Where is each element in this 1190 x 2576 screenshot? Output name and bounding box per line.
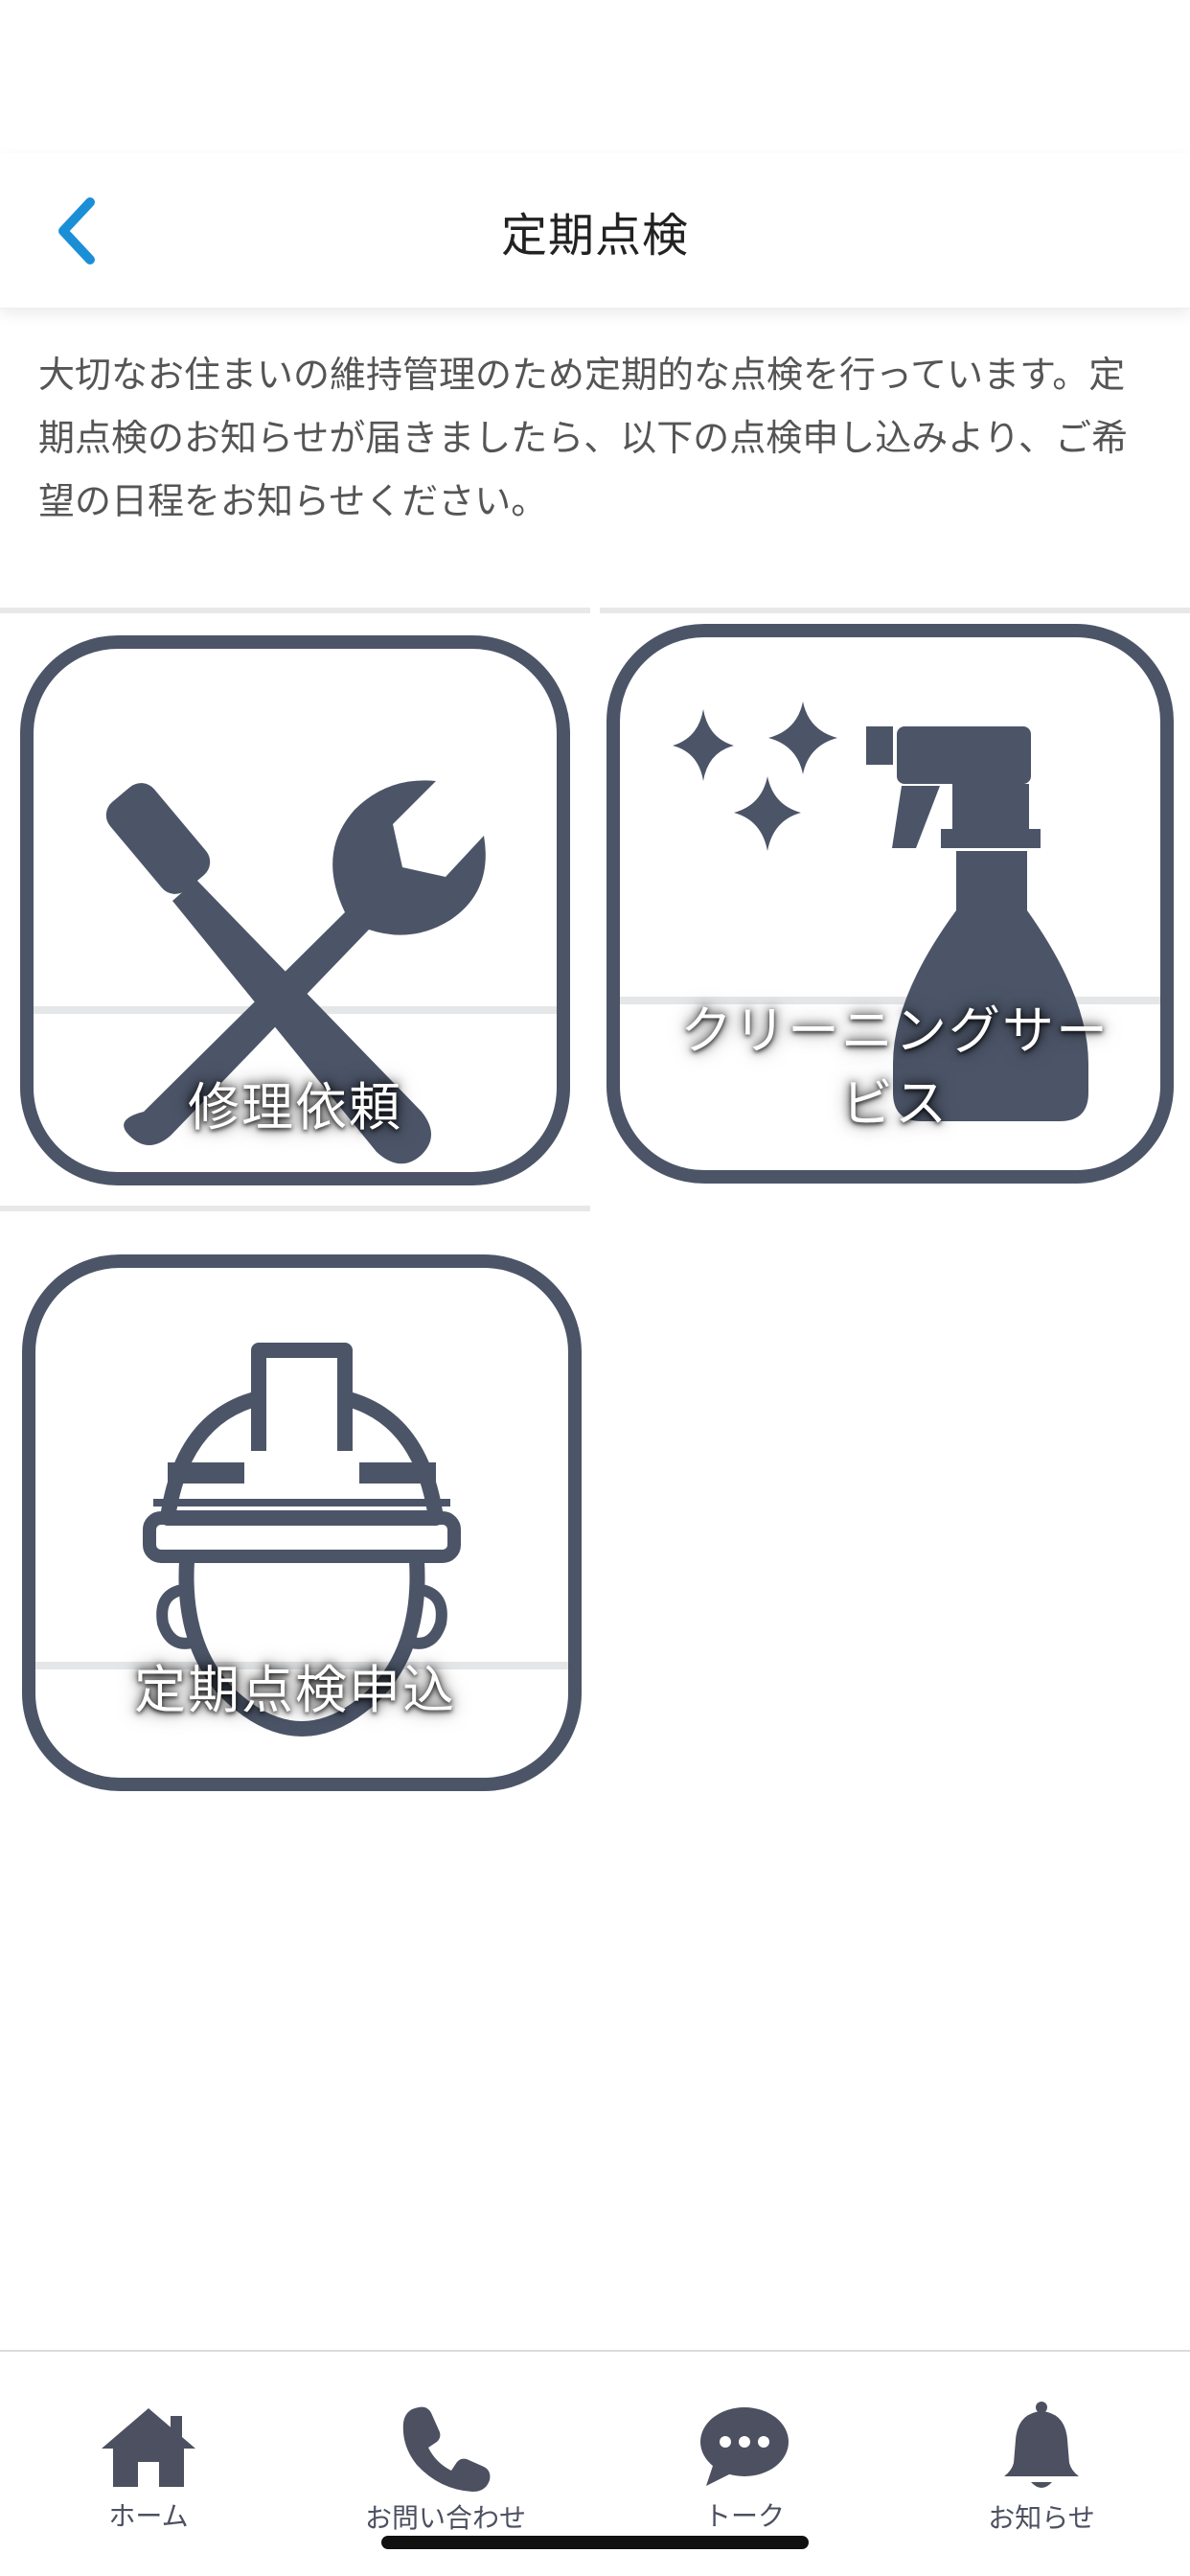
chat-bubble-icon (700, 2407, 789, 2486)
tab-notifications[interactable]: お知らせ (893, 2352, 1190, 2534)
tile-label: 修理依頼 (188, 1077, 402, 1138)
home-indicator (381, 2536, 809, 2549)
tile-repair-request[interactable]: 修理依頼 (0, 613, 590, 1206)
tile-inspection-application[interactable]: 定期点検申込 (0, 1211, 590, 1804)
tab-label: お問い合わせ (364, 2502, 526, 2534)
page-title: 定期点検 (500, 209, 689, 263)
tile-cleaning-service[interactable]: クリーニングサー ビス (600, 613, 1190, 1198)
tab-label: お知らせ (988, 2502, 1095, 2534)
bell-icon (1004, 2402, 1079, 2488)
description-text: 大切なお住まいの維持管理のため定期的な点検を行っています。定期点検のお知らせが届… (38, 354, 1128, 522)
app-screen: 定期点検 大切なお住まいの維持管理のため定期的な点検を行っています。定期点検のお… (0, 0, 1190, 2576)
tab-contact[interactable]: お問い合わせ (297, 2352, 594, 2534)
tile-label: 定期点検申込 (134, 1660, 456, 1720)
status-bar (0, 0, 1190, 153)
phone-icon (402, 2406, 491, 2492)
tab-label: ホーム (108, 2500, 189, 2532)
tab-home[interactable]: ホーム (0, 2352, 297, 2534)
home-icon (102, 2408, 195, 2487)
tile-label-line: クリーニングサー (680, 1000, 1110, 1061)
tile-label-line: ビス (841, 1073, 949, 1134)
tab-talk[interactable]: トーク (596, 2352, 893, 2534)
tab-label: トーク (703, 2500, 785, 2532)
nav-header: 定期点検 (0, 153, 1190, 309)
tile-label: クリーニングサー ビス (600, 995, 1190, 1140)
